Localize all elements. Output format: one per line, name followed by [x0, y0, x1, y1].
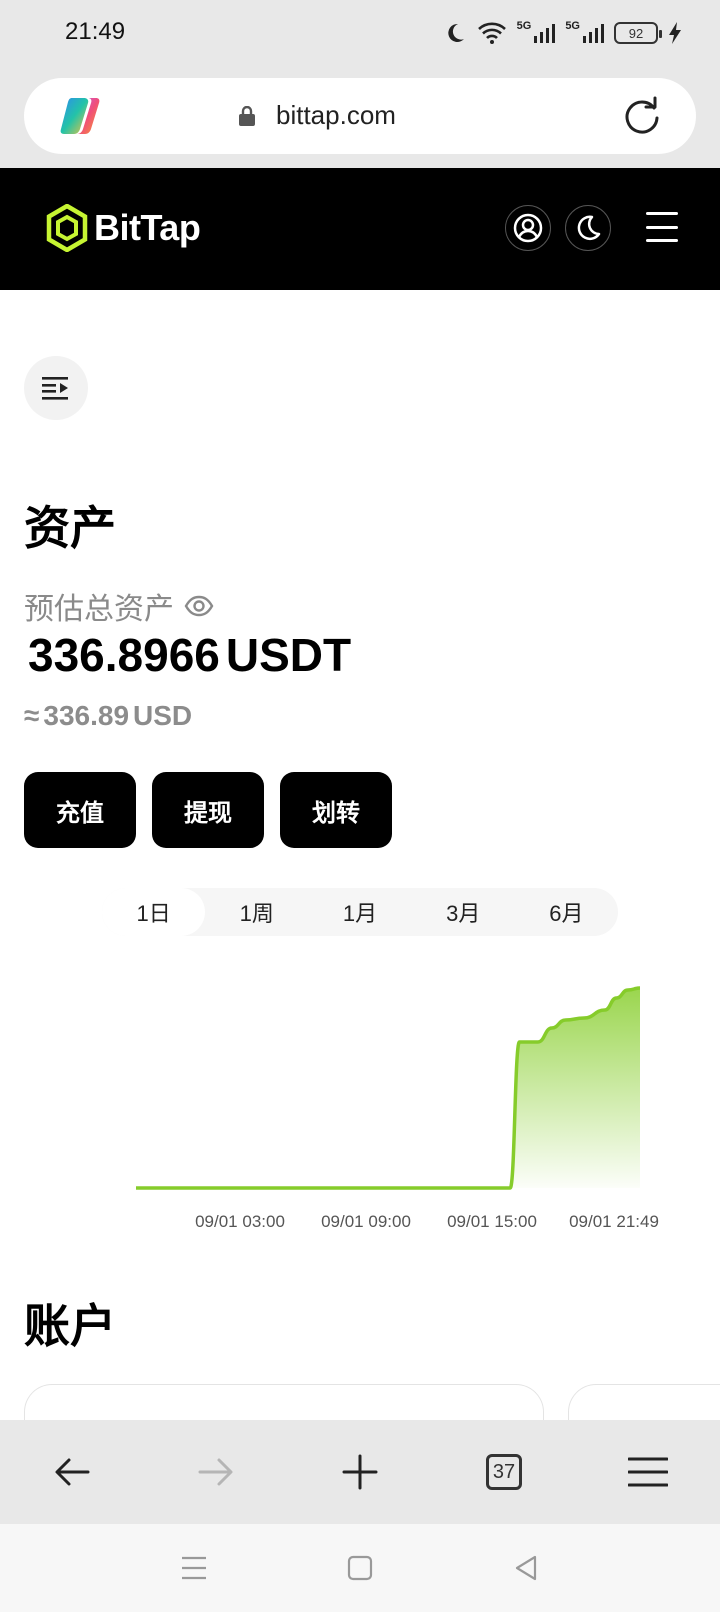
browser-nav-bar: 37	[0, 1420, 720, 1524]
signal-icon-1	[534, 24, 556, 43]
signal-icon-2	[583, 24, 604, 43]
withdraw-button[interactable]: 提现	[152, 772, 264, 848]
address-bar[interactable]: bittap.com	[24, 78, 696, 154]
back-button[interactable]	[0, 1420, 144, 1524]
tabs-button[interactable]: 37	[432, 1420, 576, 1524]
moon-outline-icon	[577, 215, 601, 241]
menu-expand-icon	[42, 377, 68, 400]
bittap-logo-icon	[46, 204, 88, 252]
chart-x-axis: 09/01 03:00 09/01 09:00 09/01 15:00 09/01 2…	[195, 1212, 659, 1231]
lock-icon	[239, 106, 255, 126]
signal-5g-label-1: 5G	[516, 20, 532, 32]
system-nav-bar	[0, 1524, 720, 1612]
tab-1w[interactable]: 1周	[205, 888, 308, 936]
chart-area-fill	[136, 988, 640, 1188]
menu-icon	[628, 1457, 668, 1487]
user-account-button[interactable]	[505, 205, 551, 251]
browser-toolbar: bittap.com	[0, 66, 720, 168]
chart-x-tick-label: 09/01 21:49	[569, 1212, 659, 1231]
plus-icon	[342, 1454, 378, 1490]
back-nav-icon[interactable]	[513, 1555, 539, 1581]
status-bar: 21:49 5G 5G 92	[0, 0, 720, 66]
theme-toggle-button[interactable]	[565, 205, 611, 251]
approx-usd-value: ≈ 336.89 USD	[24, 700, 192, 732]
status-icons: 5G 5G 92	[443, 18, 682, 48]
user-icon	[513, 213, 543, 243]
estimated-total-text: 预估总资产	[24, 593, 174, 626]
tab-1m[interactable]: 1月	[308, 888, 411, 936]
approx-amount: 336.89	[43, 700, 130, 731]
new-tab-button[interactable]	[288, 1420, 432, 1524]
battery-icon: 92	[614, 22, 662, 44]
reload-icon[interactable]	[622, 96, 662, 136]
approx-symbol: ≈	[24, 700, 40, 731]
eye-icon[interactable]	[184, 595, 214, 617]
menu-line	[646, 239, 678, 242]
approx-unit: USD	[133, 700, 193, 731]
tab-6m[interactable]: 6月	[515, 888, 618, 936]
moon-icon	[447, 23, 464, 42]
menu-line	[646, 212, 678, 215]
signal-5g-label-2: 5G	[565, 20, 580, 32]
estimated-total-label: 预估总资产	[24, 584, 214, 628]
estimated-unit: USDT	[225, 629, 352, 681]
tab-3m[interactable]: 3月	[412, 888, 515, 936]
chart-x-tick-label: 09/01 03:00	[195, 1212, 285, 1231]
asset-chart: 09/01 03:00 09/01 09:00 09/01 15:00 09/01 2…	[136, 986, 659, 1231]
brand-logo[interactable]: BitTap	[46, 204, 201, 252]
site-menu-button[interactable]	[646, 212, 678, 242]
arrow-right-icon	[198, 1458, 233, 1486]
assets-title: 资产	[24, 502, 116, 554]
estimated-total-value: 336.8966 USDT	[28, 628, 351, 682]
browser-menu-button[interactable]	[576, 1420, 720, 1524]
estimated-amount: 336.8966	[28, 629, 220, 681]
account-title: 账户	[24, 1300, 116, 1352]
deposit-button[interactable]: 充值	[24, 772, 136, 848]
transfer-button[interactable]: 划转	[280, 772, 392, 848]
recent-apps-icon[interactable]	[181, 1556, 207, 1580]
copilot-icon[interactable]	[58, 94, 104, 138]
wifi-icon	[477, 22, 506, 44]
period-tabs: 1日 1周 1月 3月 6月	[102, 888, 618, 936]
battery-level: 92	[628, 25, 644, 41]
menu-line	[646, 225, 678, 229]
sidebar-toggle-button[interactable]	[24, 356, 88, 420]
brand-name: BitTap	[94, 207, 201, 248]
chart-x-tick-label: 09/01 15:00	[447, 1212, 537, 1231]
home-icon[interactable]	[347, 1555, 373, 1581]
url-text[interactable]: bittap.com	[276, 100, 396, 131]
tab-count: 37	[486, 1454, 522, 1490]
chart-x-tick-label: 09/01 09:00	[321, 1212, 411, 1231]
charging-icon	[669, 22, 681, 44]
arrow-left-icon	[55, 1458, 90, 1486]
site-header: BitTap	[0, 168, 720, 290]
tab-1d[interactable]: 1日	[102, 888, 206, 936]
forward-button[interactable]	[144, 1420, 288, 1524]
status-time: 21:49	[65, 18, 126, 45]
